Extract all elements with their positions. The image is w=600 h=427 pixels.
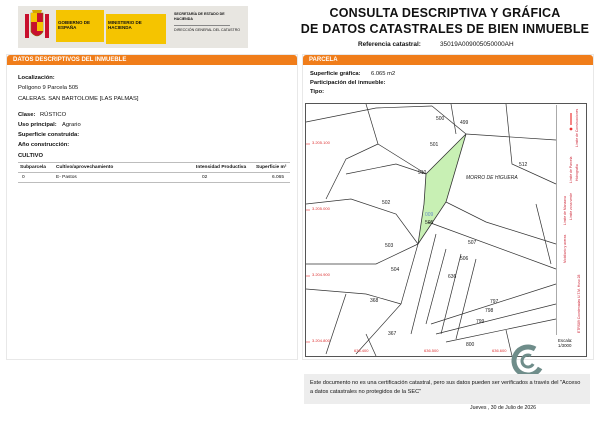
parcel-label: 502 (382, 200, 391, 206)
secretaria-label: SECRETARÍA DE ESTADO DE HACIENDA (174, 12, 225, 21)
parcel-label: 506 (460, 256, 469, 262)
parcel-label: 368 (370, 298, 379, 304)
parcel-label: 009 (425, 212, 434, 218)
legend-item: Límite zona verde (569, 193, 573, 220)
localizacion-line2: CALERAS. SAN BARTOLOME [LAS PALMAS] (18, 96, 139, 102)
legend-item: Límite de Construcciones (575, 108, 579, 147)
coord-y-label: 3.204.900 (312, 272, 331, 277)
coord-y-label: 3.205.100 (312, 140, 331, 145)
escala-value: 1/3000 (558, 343, 572, 348)
clase-value: RÚSTICO (40, 112, 67, 118)
legend-item: Límite de Parcela (569, 156, 573, 183)
localizacion-line1: Polígono 9 Parcela 505 (18, 85, 79, 91)
th-subparcela: Subparcela (20, 165, 46, 170)
th-superficie: Superficie m² (256, 165, 287, 170)
cadastral-map-svg: 500 499 501 512 910 502 009 505 503 507 … (306, 104, 557, 356)
crs-label: ETRS89 Coordenadas U.T.M. Huso 28 (577, 274, 581, 333)
gobierno-label: GOBIERNO DE ESPAÑA (58, 20, 91, 30)
parcel-label: 504 (391, 267, 400, 273)
parcela-heading: PARCELA (303, 55, 593, 65)
coord-x-label: 636.400 (354, 348, 369, 353)
parcel-label: 797 (490, 299, 499, 305)
parcel-label: 799 (476, 319, 485, 325)
direccion-label: DIRECCIÓN GENERAL DEL CATASTRO (174, 28, 241, 32)
parcel-label: 798 (485, 308, 494, 314)
coat-of-arms-icon (25, 10, 49, 38)
cadastral-map[interactable]: 500 499 501 512 910 502 009 505 503 507 … (305, 103, 587, 357)
coord-y-label: 3.204.800 (312, 338, 331, 343)
table-bottom-divider (18, 182, 290, 183)
ref-catastral-label: Referencia catastral: (358, 41, 421, 48)
uso-value: Agrario (62, 122, 81, 128)
parcel-label: 499 (460, 120, 469, 126)
table-row-cultivo: E- Pastos (56, 175, 77, 180)
parcel-label: 500 (436, 116, 445, 122)
table-header-divider (18, 172, 290, 173)
notice-text: Este documento no es una certificación c… (310, 380, 581, 395)
ref-catastral-value: 35019A009005050000AH (440, 41, 514, 48)
parcel-label: 800 (466, 342, 475, 348)
parcel-label: 910 (418, 170, 427, 176)
table-row-subparcela: 0 (22, 175, 25, 180)
cultivo-divider (18, 162, 290, 163)
cultivo-heading: CULTIVO (18, 153, 44, 159)
parcel-label: 367 (388, 331, 397, 337)
anio-construccion-label: Año construcción: (18, 142, 70, 148)
toponym-label: MORRO DE HIGUERA (466, 175, 518, 181)
th-intensidad: Intensidad Productiva (196, 165, 247, 170)
document-title-line2: DE DATOS CATASTRALES DE BIEN INMUEBLE (300, 22, 590, 36)
parcel-label: 503 (385, 243, 394, 249)
superficie-grafica-value: 6.065 m2 (371, 71, 396, 77)
parcel-label: 636 (448, 274, 457, 280)
escala: Escala: 1/3000 (558, 338, 572, 348)
parcel-label: 501 (430, 142, 439, 148)
ministerio-label: MINISTERIO DE HACIENDA (108, 20, 142, 30)
table-row-superficie: 6.065 (272, 175, 285, 180)
legend-item: Hidrografía (575, 164, 579, 181)
issue-date: Jueves , 30 de Julio de 2026 (470, 405, 537, 411)
localizacion-label: Localización: (18, 75, 55, 81)
map-legend: Límite de Manzana Límite de Parcela Lími… (556, 105, 585, 335)
superficie-grafica-label: Superficie gráfica: (310, 71, 361, 77)
th-cultivo: Cultivo/aprovechamiento (56, 165, 114, 170)
clase-label: Clase: (18, 112, 36, 118)
parcel-label: 512 (519, 162, 528, 168)
parcel-label: 505 (425, 220, 434, 226)
table-row-intensidad: 02 (202, 175, 208, 180)
parcel-label: 507 (468, 240, 477, 246)
coord-y-label: 3.205.000 (312, 206, 331, 211)
uso-label: Uso principal: (18, 122, 57, 128)
tipo-label: Tipo: (310, 89, 325, 95)
document-title-line1: CONSULTA DESCRIPTIVA Y GRÁFICA (329, 6, 561, 20)
datos-descriptivos-heading: DATOS DESCRIPTIVOS DEL INMUEBLE (7, 55, 297, 65)
coord-x-label: 636.500 (424, 348, 439, 353)
participacion-label: Participación del inmueble: (310, 80, 386, 86)
header-divider (174, 25, 230, 26)
superficie-construida-label: Superficie construida: (18, 132, 80, 138)
legend-item: Mobiliario y aceras (563, 234, 567, 263)
legend-item: Límite de Manzana (563, 196, 567, 225)
